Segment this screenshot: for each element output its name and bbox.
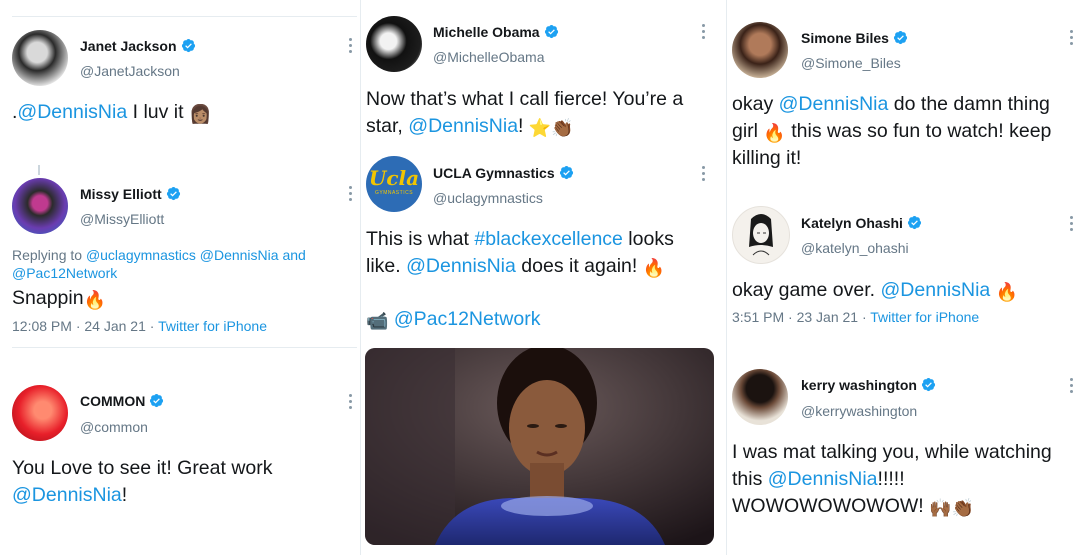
avatar[interactable] [732,206,790,264]
mention-link[interactable]: @DennisNia [779,93,889,115]
tweet-text: Snappin🔥 [12,287,106,310]
author-handle[interactable]: @JanetJackson [80,63,180,79]
author-handle[interactable]: @Simone_Biles [801,55,901,71]
author-name[interactable]: Michelle Obama [433,24,559,40]
mention-link[interactable]: @DennisNia [768,468,878,490]
gymnast-photo [365,348,714,545]
source-link[interactable]: Twitter for iPhone [870,309,979,325]
verified-badge-icon [181,38,195,53]
more-options-icon[interactable] [1070,30,1074,46]
tweet-text-credit: 📹 @Pac12Network [366,306,711,333]
video-camera-emoji: 📹 [366,311,389,331]
avatar[interactable] [12,385,68,441]
tweet-text: This is what #blackexcellence looks like… [366,228,674,278]
more-options-icon[interactable] [349,38,353,54]
author-handle[interactable]: @MissyElliott [80,211,164,227]
avatar[interactable] [732,369,788,425]
mention-link[interactable]: @DennisNia [12,484,122,506]
author-name[interactable]: kerry washington [801,377,936,393]
woman-emoji: 👩🏽 [188,104,212,124]
author-name[interactable]: Simone Biles [801,30,908,46]
mention-link[interactable]: @DennisNia [17,101,127,123]
tweet-text: Now that’s what I call fierce! You’re a … [366,88,684,138]
fire-emoji: 🔥 [763,123,786,143]
divider [12,16,357,17]
verified-badge-icon [544,24,558,39]
more-options-icon[interactable] [349,394,353,410]
avatar[interactable] [366,16,422,72]
divider [12,347,357,348]
fire-emoji: 🔥 [995,282,1019,302]
thread-line [38,165,40,175]
more-options-icon[interactable] [1070,216,1074,232]
tweet-text: okay game over. @DennisNia 🔥 [732,279,1019,302]
fire-emoji: 🔥 [83,290,106,310]
mention-link[interactable]: @Pac12Network [394,308,541,330]
more-options-icon[interactable] [702,24,706,40]
fire-emoji: 🔥 [642,258,666,278]
author-name[interactable]: Missy Elliott [80,186,181,202]
author-handle[interactable]: @common [80,419,148,435]
verified-badge-icon [893,30,907,45]
column-middle: Michelle Obama @MichelleObama Now that’s… [360,0,726,555]
mention-link[interactable]: @DennisNia [408,115,518,137]
avatar[interactable] [12,178,68,234]
mention-link[interactable]: @DennisNia [406,255,516,277]
mention-link[interactable]: @DennisNia [200,247,279,263]
ucla-logo-subtext: GYMNASTICS [374,190,414,196]
tweet-timestamp: 12:08 PM · 24 Jan 21 · Twitter for iPhon… [12,318,267,334]
tweet-timestamp: 3:51 PM · 23 Jan 21 · Twitter for iPhone [732,309,980,325]
author-name[interactable]: Janet Jackson [80,38,196,54]
raised-hands-clap-emoji: 🙌🏾👏🏾 [929,498,974,518]
author-handle[interactable]: @kerrywashington [801,403,917,419]
more-options-icon[interactable] [702,166,706,182]
avatar[interactable]: Ucla GYMNASTICS [366,156,422,212]
verified-badge-icon [166,186,180,201]
avatar[interactable] [732,22,788,78]
mention-link[interactable]: @Pac12Network [12,265,117,281]
tweet-media-image[interactable] [365,348,714,545]
author-name[interactable]: Katelyn Ohashi [801,215,922,231]
avatar[interactable] [12,30,68,86]
author-handle[interactable]: @katelyn_ohashi [801,240,909,256]
column-right: Simone Biles @Simone_Biles okay @DennisN… [726,0,1080,555]
mention-link[interactable]: @DennisNia [881,279,991,301]
tweet-text: I was mat talking you, while watching th… [732,441,1052,518]
tweet-text: .@DennisNia I luv it 👩🏽 [12,101,212,124]
source-link[interactable]: Twitter for iPhone [158,318,267,334]
replying-to: Replying to @uclagymnastics @DennisNia a… [12,247,306,281]
verified-badge-icon [559,165,573,180]
tweet-text: okay @DennisNia do the damn thing girl 🔥… [732,93,1052,169]
author-handle[interactable]: @MichelleObama [433,49,544,65]
tweet-text: You Love to see it! Great work @DennisNia… [12,457,273,506]
more-options-icon[interactable] [349,186,353,202]
column-left: Janet Jackson @JanetJackson .@DennisNia … [0,0,360,555]
verified-badge-icon [907,215,921,230]
hashtag-link[interactable]: #blackexcellence [474,228,623,250]
more-options-icon[interactable] [1070,378,1074,394]
sketch-portrait [749,214,773,256]
author-handle[interactable]: @uclagymnastics [433,190,543,206]
mention-link[interactable]: @uclagymnastics [86,247,196,263]
ucla-logo-text: Ucla [368,166,420,190]
verified-badge-icon [921,377,935,392]
author-name[interactable]: COMMON [80,393,164,409]
star-clap-emoji: ⭐👏🏾 [528,118,574,138]
author-name[interactable]: UCLA Gymnastics [433,165,574,181]
verified-badge-icon [150,393,164,408]
